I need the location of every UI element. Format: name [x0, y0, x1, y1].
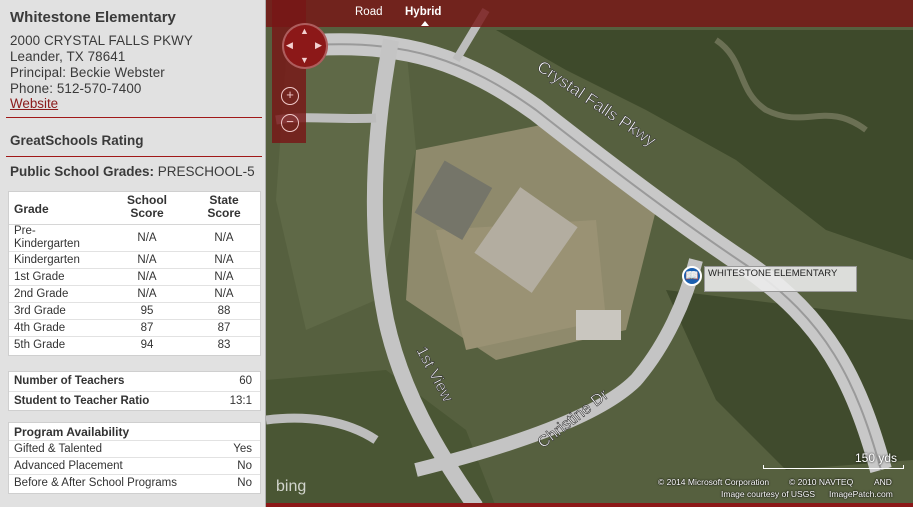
- tab-road[interactable]: Road: [355, 6, 383, 18]
- grade-name: 4th Grade: [14, 322, 66, 334]
- scale-bar: [763, 465, 904, 469]
- zoom-out-button[interactable]: −: [281, 114, 299, 132]
- address-line-2: Leander, TX 78641: [10, 49, 126, 64]
- program-row: Gifted & Talented Yes: [14, 443, 252, 455]
- grades-value: PRESCHOOL-5: [157, 164, 255, 179]
- school-score: 87: [140, 322, 154, 334]
- teachers-count-value: 60: [239, 375, 252, 387]
- principal: Principal: Beckie Webster: [10, 65, 165, 80]
- credit-and: AND: [874, 477, 892, 487]
- school-marker-label[interactable]: WHITESTONE ELEMENTARY: [704, 266, 857, 292]
- teachers-count-row: Number of Teachers 60: [14, 375, 252, 387]
- credit-microsoft: © 2014 Microsoft Corporation: [658, 477, 770, 487]
- scale-label: 150 yds: [854, 451, 897, 465]
- pan-up-icon[interactable]: ▲: [300, 27, 309, 36]
- school-marker-icon[interactable]: 📖: [682, 266, 702, 286]
- grade-name: 2nd Grade: [14, 288, 69, 300]
- phone: Phone: 512-570-7400: [10, 81, 142, 96]
- tab-hybrid[interactable]: Hybrid: [405, 6, 441, 18]
- grades-label: Public School Grades:: [10, 164, 155, 179]
- grade-name: Pre- Kindergarten: [14, 225, 80, 250]
- map-view[interactable]: Crystal Falls Pkwy 1st View Christine Dr…: [266, 0, 913, 507]
- state-score: 83: [217, 339, 231, 351]
- teachers-panel: Number of Teachers 60 Student to Teacher…: [8, 371, 261, 411]
- school-score: 94: [140, 339, 154, 351]
- grade-name: 1st Grade: [14, 271, 65, 283]
- program-label: Advanced Placement: [14, 460, 123, 472]
- state-score: N/A: [214, 232, 234, 244]
- pan-left-icon[interactable]: ◀: [286, 41, 293, 50]
- program-label: Gifted & Talented: [14, 443, 103, 455]
- grade-name: 5th Grade: [14, 339, 66, 351]
- ratio-label: Student to Teacher Ratio: [14, 395, 150, 407]
- ratio-row: Student to Teacher Ratio 13:1: [14, 395, 252, 407]
- public-school-grades: Public School Grades: PRESCHOOL-5: [10, 164, 255, 179]
- grades-table: Grade School Score State Score Pre- Kind…: [8, 191, 261, 356]
- teachers-count-label: Number of Teachers: [14, 375, 125, 387]
- col-state-score: State Score: [191, 194, 257, 220]
- pan-down-icon[interactable]: ▼: [300, 56, 309, 65]
- school-name: Whitestone Elementary: [10, 9, 176, 26]
- divider: [6, 117, 262, 118]
- programs-heading: Program Availability: [14, 425, 130, 439]
- state-score: 88: [217, 305, 231, 317]
- program-row: Advanced Placement No: [14, 460, 252, 472]
- school-score: N/A: [137, 271, 157, 283]
- school-score: N/A: [137, 288, 157, 300]
- pan-right-icon[interactable]: ▶: [315, 41, 322, 50]
- state-score: N/A: [214, 254, 234, 266]
- school-score: N/A: [137, 254, 157, 266]
- credit-navteq: © 2010 NAVTEQ: [789, 477, 854, 487]
- map-type-bar: Road Hybrid: [266, 0, 913, 27]
- aerial-imagery: Crystal Falls Pkwy 1st View Christine Dr: [266, 0, 913, 507]
- pan-compass[interactable]: ▲ ▼ ◀ ▶: [282, 23, 328, 69]
- address-line-1: 2000 CRYSTAL FALLS PKWY: [10, 33, 193, 48]
- selected-tab-indicator: [421, 21, 429, 26]
- website-link[interactable]: Website: [10, 96, 58, 111]
- state-score: N/A: [214, 288, 234, 300]
- col-school-score: School Score: [114, 194, 180, 220]
- program-value: No: [237, 477, 252, 489]
- program-row: Before & After School Programs No: [14, 477, 252, 489]
- programs-panel: Program Availability Gifted & Talented Y…: [8, 422, 261, 494]
- credit-imagepatch: ImagePatch.com: [829, 489, 893, 499]
- school-score: N/A: [137, 232, 157, 244]
- table-row: Pre- Kindergarten N/A N/A: [9, 225, 260, 251]
- program-value: Yes: [233, 443, 252, 455]
- greatschools-rating-heading: GreatSchools Rating: [10, 133, 144, 148]
- map-navigation-panel: + −: [272, 0, 306, 143]
- school-info-panel: Whitestone Elementary 2000 CRYSTAL FALLS…: [0, 0, 266, 507]
- grade-name: 3rd Grade: [14, 305, 66, 317]
- grades-table-header: Grade School Score State Score: [9, 192, 260, 225]
- program-value: No: [237, 460, 252, 472]
- state-score: 87: [217, 322, 231, 334]
- divider: [6, 156, 262, 157]
- zoom-in-button[interactable]: +: [281, 87, 299, 105]
- grade-name: Kindergarten: [14, 254, 80, 266]
- ratio-value: 13:1: [229, 395, 252, 407]
- bing-logo: bing: [276, 478, 307, 495]
- school-score: 95: [140, 305, 154, 317]
- state-score: N/A: [214, 271, 234, 283]
- col-state-score-line2: Score: [207, 206, 241, 220]
- map-bottom-border: [266, 503, 913, 507]
- col-school-score-line2: Score: [130, 206, 164, 220]
- col-grade: Grade: [14, 202, 49, 216]
- credit-usgs: Image courtesy of USGS: [721, 489, 816, 499]
- program-label: Before & After School Programs: [14, 477, 177, 489]
